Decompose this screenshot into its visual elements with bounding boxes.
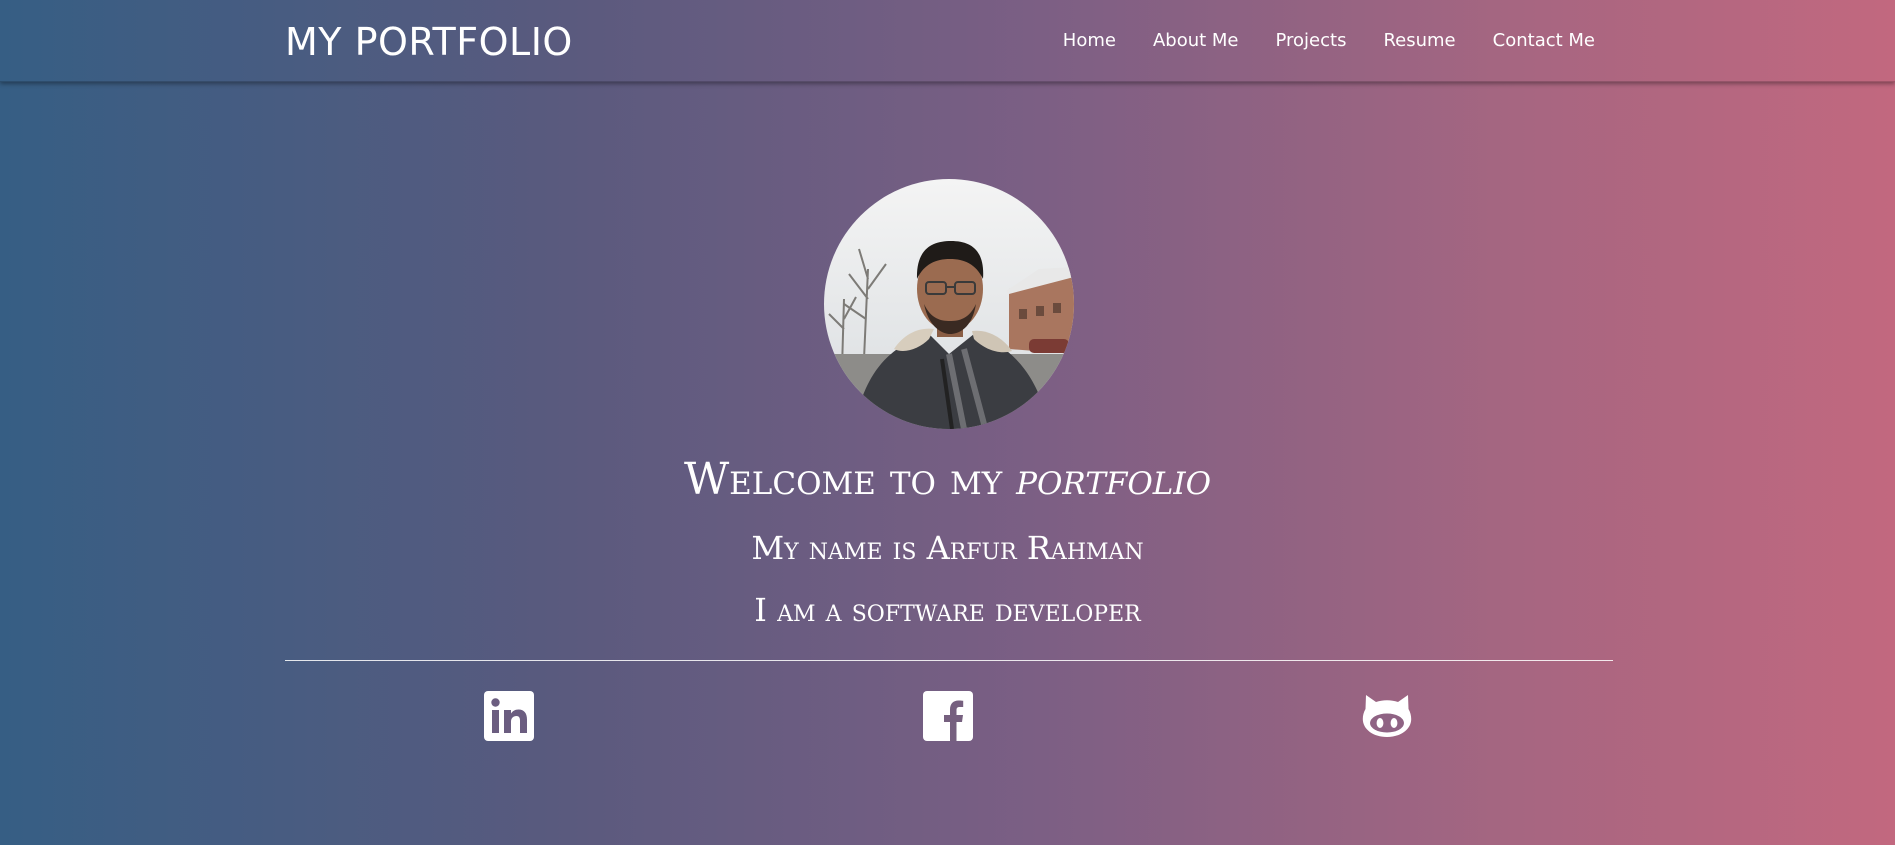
profile-photo-illustration [824, 179, 1074, 429]
welcome-heading: Welcome to my portfolio [0, 450, 1895, 510]
navbar: MY PORTFOLIO Home About Me Projects Resu… [0, 0, 1895, 82]
nav-projects[interactable]: Projects [1276, 28, 1347, 54]
nav-about-me[interactable]: About Me [1153, 28, 1239, 54]
nav-contact-me[interactable]: Contact Me [1493, 28, 1595, 54]
nav-links: Home About Me Projects Resume Contact Me [1063, 28, 1595, 54]
brand-logo[interactable]: MY PORTFOLIO [285, 20, 573, 64]
nav-home[interactable]: Home [1063, 28, 1116, 54]
github-icon[interactable] [1362, 691, 1412, 741]
profile-photo [824, 179, 1074, 429]
role-line: I am a software developer [754, 591, 1141, 629]
divider [285, 660, 1613, 661]
nav-resume[interactable]: Resume [1383, 28, 1455, 54]
linkedin-icon[interactable] [484, 691, 534, 741]
facebook-icon[interactable] [923, 691, 973, 741]
welcome-prefix: Welcome to my [683, 454, 1017, 505]
welcome-emphasis: portfolio [1016, 454, 1212, 505]
name-line: My name is Arfur Rahman [751, 529, 1144, 567]
